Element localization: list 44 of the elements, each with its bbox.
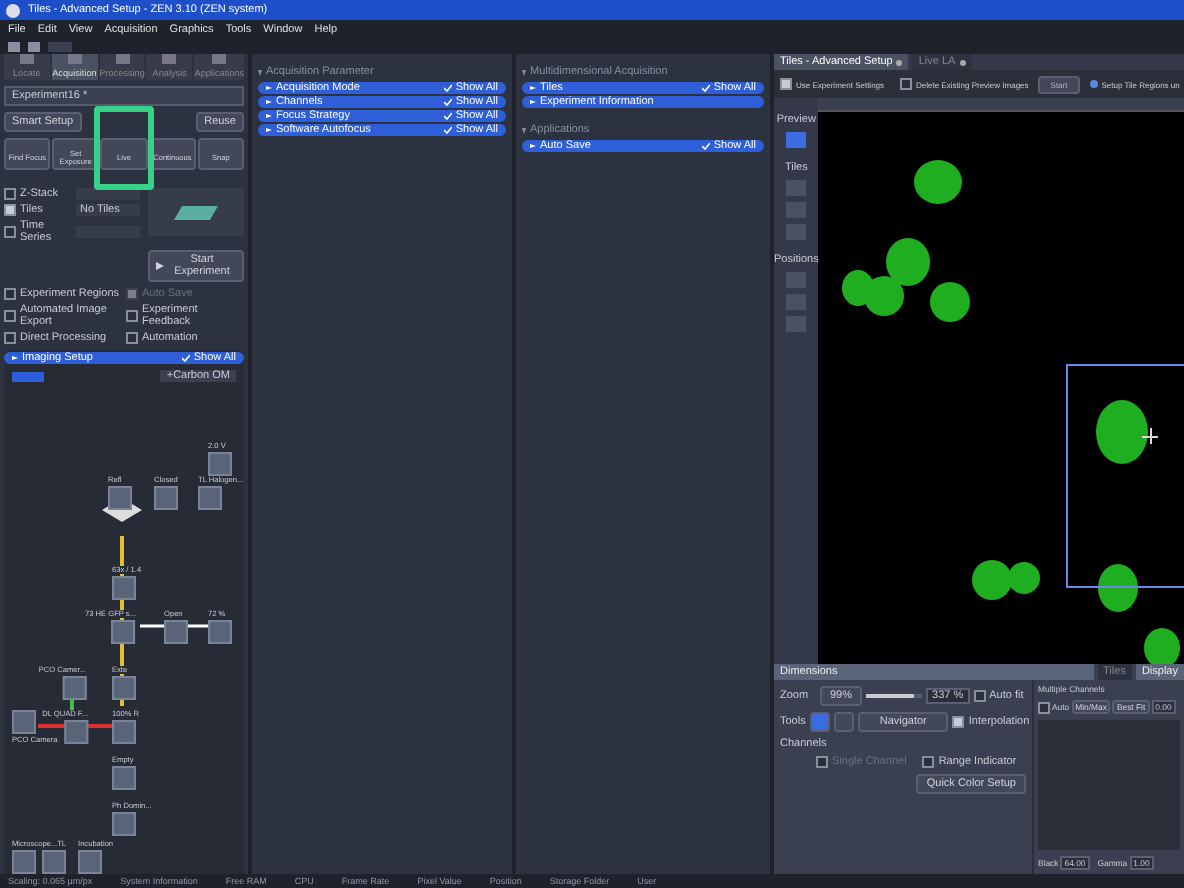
checkbox[interactable] bbox=[780, 78, 792, 90]
checkbox[interactable] bbox=[4, 204, 16, 217]
checkbox[interactable] bbox=[4, 288, 16, 301]
check-icon bbox=[701, 84, 710, 92]
device-icon[interactable] bbox=[78, 850, 103, 875]
play-icon bbox=[156, 262, 164, 271]
optical-component-icon[interactable] bbox=[112, 720, 136, 745]
app-logo-icon bbox=[6, 3, 20, 17]
tool-icon[interactable] bbox=[786, 132, 807, 148]
optical-component-icon[interactable] bbox=[62, 676, 86, 701]
optical-component-icon[interactable] bbox=[208, 620, 232, 645]
optical-component-icon[interactable] bbox=[108, 486, 132, 511]
optical-component-icon[interactable] bbox=[12, 710, 36, 735]
checkbox[interactable] bbox=[126, 310, 138, 323]
track-button[interactable] bbox=[12, 371, 44, 382]
optical-component-icon[interactable] bbox=[112, 576, 136, 601]
optical-component-icon[interactable] bbox=[112, 766, 136, 791]
checkbox[interactable] bbox=[4, 226, 16, 239]
device-icon[interactable] bbox=[12, 850, 36, 875]
checkbox[interactable] bbox=[816, 756, 828, 768]
expand-icon[interactable] bbox=[12, 356, 18, 361]
optical-component-icon[interactable] bbox=[112, 676, 136, 701]
pointer-tool-icon[interactable] bbox=[809, 712, 830, 732]
checkbox[interactable] bbox=[4, 310, 16, 323]
optical-component-icon[interactable] bbox=[64, 720, 88, 745]
checkbox[interactable] bbox=[126, 332, 138, 345]
checkbox[interactable] bbox=[4, 332, 16, 345]
info-icon bbox=[1089, 80, 1098, 88]
lamp-icon[interactable] bbox=[42, 850, 66, 875]
checkbox[interactable] bbox=[1038, 701, 1050, 713]
optical-component-icon[interactable] bbox=[154, 486, 178, 511]
checkbox[interactable] bbox=[922, 756, 935, 768]
optical-component-icon[interactable] bbox=[112, 620, 136, 645]
optical-component-icon[interactable] bbox=[208, 452, 232, 477]
checkbox[interactable] bbox=[900, 78, 913, 90]
checkbox[interactable] bbox=[4, 188, 16, 201]
optical-component-icon[interactable] bbox=[112, 812, 136, 837]
tile-selection-frame[interactable] bbox=[1066, 364, 1184, 588]
optical-component-icon[interactable] bbox=[198, 486, 222, 511]
check-icon bbox=[181, 354, 190, 363]
optical-component-icon[interactable] bbox=[164, 620, 188, 645]
checkbox[interactable] bbox=[973, 690, 986, 702]
check-icon bbox=[701, 142, 710, 150]
checkbox[interactable] bbox=[952, 716, 965, 728]
